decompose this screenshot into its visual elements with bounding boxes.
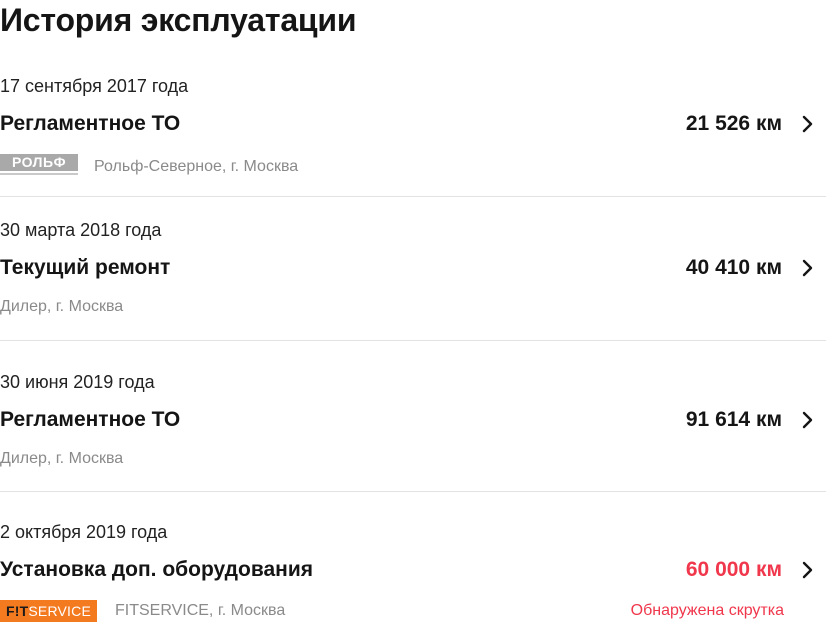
history-entry[interactable]: 2 октября 2019 года Установка доп. обору…	[0, 522, 826, 622]
chevron-right-icon[interactable]	[796, 112, 820, 136]
chevron-right-icon[interactable]	[796, 256, 820, 280]
chevron-right-icon[interactable]	[796, 558, 820, 582]
entry-dealer-row: Дилер, г. Москва	[0, 450, 123, 468]
entry-service-type: Регламентное ТО	[0, 112, 181, 135]
rolf-logo-text: РОЛЬФ	[0, 154, 78, 171]
fitservice-logo-prefix: F!T	[6, 603, 29, 619]
entry-service-type: Установка доп. оборудования	[0, 558, 313, 581]
entry-mileage: 21 526 км	[685, 112, 782, 135]
entry-date: 30 июня 2019 года	[0, 372, 155, 392]
entry-dealer: Дилер, г. Москва	[0, 450, 124, 467]
fitservice-logo: F!T SERVICE	[0, 600, 97, 622]
entry-service-type: Регламентное ТО	[0, 408, 181, 431]
entry-dealer: Дилер, г. Москва	[0, 298, 124, 315]
fitservice-logo-suffix: SERVICE	[28, 603, 91, 619]
rolf-logo: РОЛЬФ	[0, 154, 78, 180]
entry-mileage: 91 614 км	[685, 408, 782, 431]
history-entry[interactable]: 30 июня 2019 года Регламентное ТО 91 614…	[0, 372, 826, 472]
entry-date: 17 сентября 2017 года	[0, 76, 189, 96]
entry-service-type: Текущий ремонт	[0, 256, 171, 279]
entry-dealer: FITSERVICE, г. Москва	[114, 602, 286, 619]
entry-mileage: 40 410 км	[685, 256, 782, 279]
divider	[0, 491, 826, 492]
entry-dealer-row: РОЛЬФ Рольф-Северное, г. Москва	[0, 154, 298, 180]
divider	[0, 196, 826, 197]
history-entry[interactable]: 17 сентября 2017 года Регламентное ТО 21…	[0, 76, 826, 186]
divider	[0, 340, 826, 341]
entry-date: 30 марта 2018 года	[0, 220, 162, 240]
entry-dealer-row: Дилер, г. Москва	[0, 298, 123, 316]
entry-dealer-row: F!T SERVICE FITSERVICE, г. Москва	[0, 600, 285, 622]
entry-date: 2 октября 2019 года	[0, 522, 168, 542]
rolf-logo-tagline	[0, 173, 78, 175]
maintenance-history-page: История эксплуатации 17 сентября 2017 го…	[0, 0, 826, 622]
chevron-right-icon[interactable]	[796, 408, 820, 432]
history-entry[interactable]: 30 марта 2018 года Текущий ремонт 40 410…	[0, 220, 826, 320]
entry-dealer: Рольф-Северное, г. Москва	[94, 158, 299, 175]
page-title: История эксплуатации	[0, 2, 357, 38]
entry-mileage: 60 000 км	[685, 558, 782, 581]
odometer-rollback-warning: Обнаружена скрутка	[630, 602, 784, 619]
